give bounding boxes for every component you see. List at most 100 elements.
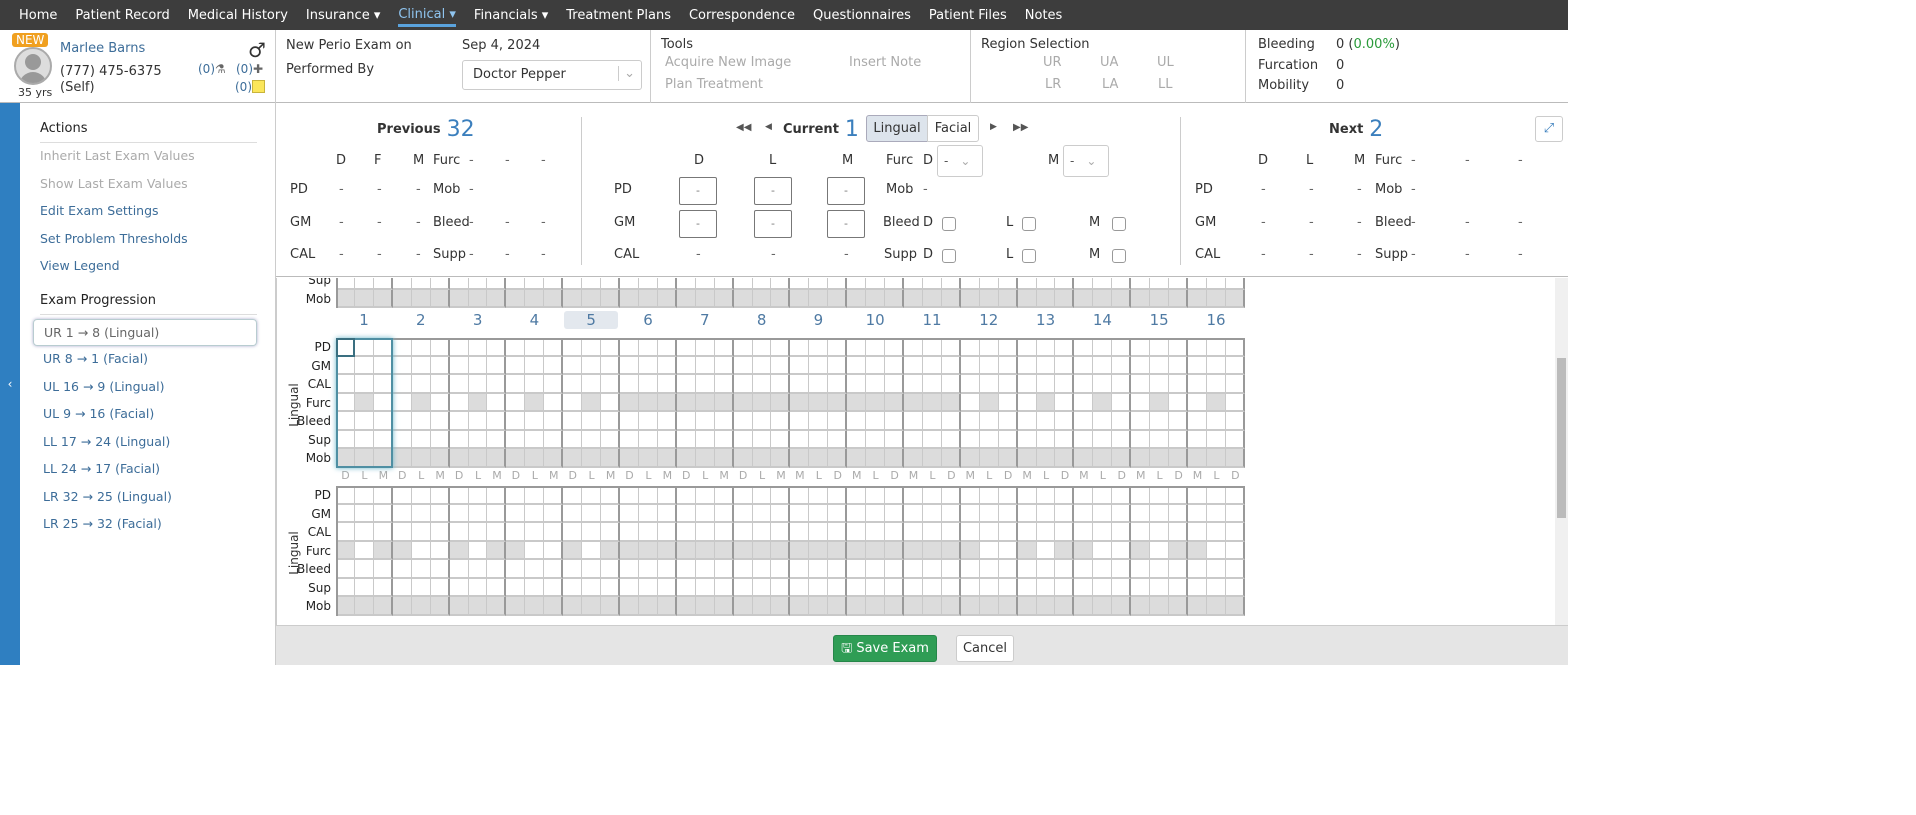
furc-m-select[interactable]: - ⌄ — [1063, 145, 1109, 177]
grid-cell[interactable] — [979, 523, 999, 542]
grid-cell[interactable] — [1150, 560, 1170, 579]
grid-cell[interactable] — [525, 289, 545, 308]
grid-cell[interactable] — [544, 560, 564, 579]
grid-cell[interactable] — [1112, 504, 1132, 523]
grid-cell[interactable] — [1225, 504, 1245, 523]
grid-cell[interactable] — [847, 289, 867, 308]
grid-cell[interactable] — [1131, 597, 1151, 616]
grid-cell[interactable] — [1055, 449, 1075, 468]
grid-cell[interactable] — [525, 393, 545, 412]
grid-cell[interactable] — [790, 541, 810, 560]
grid-cell[interactable] — [336, 560, 355, 579]
grid-cell[interactable] — [582, 356, 602, 375]
grid-cell[interactable] — [411, 504, 431, 523]
supp-d-checkbox[interactable] — [942, 249, 956, 263]
grid-cell[interactable] — [601, 412, 620, 431]
grid-cell[interactable] — [752, 375, 772, 394]
grid-cell[interactable] — [506, 523, 526, 542]
grid-cell[interactable] — [695, 430, 715, 449]
active-cell-highlight[interactable] — [336, 338, 355, 357]
grid-cell[interactable] — [1055, 338, 1075, 357]
grid-cell[interactable] — [904, 541, 923, 560]
grid-cell[interactable] — [847, 523, 867, 542]
grid-cell[interactable] — [487, 393, 507, 412]
grid-cell[interactable] — [866, 430, 886, 449]
grid-cell[interactable] — [544, 597, 564, 616]
bleed-l-checkbox[interactable] — [1022, 217, 1036, 231]
grid-cell[interactable] — [487, 504, 507, 523]
grid-cell[interactable] — [449, 560, 469, 579]
grid-cell[interactable] — [1017, 338, 1037, 357]
grid-cell[interactable] — [430, 504, 450, 523]
grid-cell[interactable] — [866, 289, 886, 308]
grid-cell[interactable] — [828, 356, 848, 375]
nav-item[interactable]: Insurance ▾ — [306, 8, 380, 23]
grid-cell[interactable] — [1169, 289, 1188, 308]
grid-cell[interactable] — [430, 278, 450, 290]
grid-cell[interactable] — [1074, 486, 1094, 505]
grid-cell[interactable] — [885, 449, 904, 468]
selected-tooth-highlight[interactable] — [336, 338, 393, 468]
grid-cell[interactable] — [904, 486, 923, 505]
grid-cell[interactable] — [714, 278, 734, 290]
grid-cell[interactable] — [1036, 578, 1056, 597]
grid-cell[interactable] — [695, 278, 715, 290]
grid-cell[interactable] — [544, 356, 564, 375]
grid-cell[interactable] — [695, 375, 715, 394]
nav-item[interactable]: Patient Files — [929, 8, 1007, 23]
grid-cell[interactable] — [582, 486, 602, 505]
grid-cell[interactable] — [601, 430, 620, 449]
grid-cell[interactable] — [1093, 278, 1113, 290]
grid-cell[interactable] — [904, 289, 923, 308]
grid-cell[interactable] — [657, 393, 677, 412]
region-ur[interactable]: UR — [1043, 55, 1062, 70]
acquire-image-button[interactable]: Acquire New Image — [665, 55, 791, 70]
grid-cell[interactable] — [449, 375, 469, 394]
grid-cell[interactable] — [657, 523, 677, 542]
action-item[interactable]: View Legend — [40, 253, 257, 281]
grid-cell[interactable] — [1169, 393, 1188, 412]
grid-cell[interactable] — [752, 560, 772, 579]
nav-item[interactable]: Home — [19, 8, 57, 23]
grid-cell[interactable] — [430, 356, 450, 375]
grid-cell[interactable] — [922, 523, 942, 542]
grid-cell[interactable] — [866, 278, 886, 290]
scrollbar-thumb[interactable] — [1557, 358, 1566, 518]
grid-cell[interactable] — [809, 523, 829, 542]
grid-cell[interactable] — [1169, 356, 1188, 375]
grid-cell[interactable] — [1206, 578, 1226, 597]
grid-cell[interactable] — [695, 356, 715, 375]
grid-cell[interactable] — [960, 486, 980, 505]
grid-cell[interactable] — [657, 541, 677, 560]
grid-cell[interactable] — [1150, 338, 1170, 357]
tooth-number[interactable]: 7 — [677, 311, 733, 329]
grid-cell[interactable] — [960, 289, 980, 308]
grid-cell[interactable] — [620, 278, 639, 290]
grid-cell[interactable] — [449, 597, 469, 616]
grid-cell[interactable] — [544, 504, 564, 523]
grid-cell[interactable] — [809, 356, 829, 375]
grid-cell[interactable] — [392, 289, 412, 308]
grid-cell[interactable] — [563, 338, 583, 357]
grid-cell[interactable] — [733, 449, 753, 468]
grid-cell[interactable] — [411, 393, 431, 412]
grid-cell[interactable] — [714, 430, 734, 449]
grid-cell[interactable] — [487, 449, 507, 468]
grid-cell[interactable] — [544, 338, 564, 357]
grid-cell[interactable] — [506, 338, 526, 357]
grid-cell[interactable] — [998, 597, 1018, 616]
tab-facial[interactable]: Facial — [927, 115, 979, 142]
grid-cell[interactable] — [714, 504, 734, 523]
grid-cell[interactable] — [563, 278, 583, 290]
region-ul[interactable]: UL — [1157, 55, 1174, 70]
grid-cell[interactable] — [941, 289, 961, 308]
tooth-number[interactable]: 4 — [506, 311, 562, 329]
grid-cell[interactable] — [506, 412, 526, 431]
grid-cell[interactable] — [601, 289, 620, 308]
grid-cell[interactable] — [771, 560, 791, 579]
grid-cell[interactable] — [525, 523, 545, 542]
grid-cell[interactable] — [601, 393, 620, 412]
grid-cell[interactable] — [998, 523, 1018, 542]
grid-cell[interactable] — [714, 541, 734, 560]
grid-cell[interactable] — [790, 356, 810, 375]
